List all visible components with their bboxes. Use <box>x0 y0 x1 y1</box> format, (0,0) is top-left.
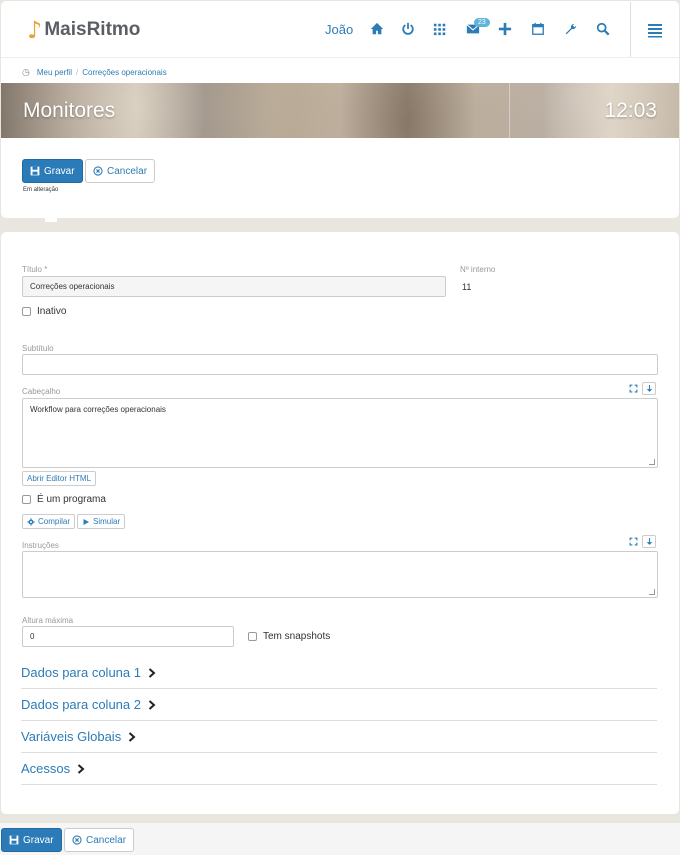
chevron-right-icon <box>129 731 136 742</box>
arrow-down-icon[interactable] <box>642 382 656 395</box>
home-icon[interactable] <box>367 19 387 39</box>
internal-number-label: Nº interno <box>460 265 496 274</box>
floppy-icon <box>9 835 19 845</box>
is-program-checkbox[interactable]: É um programa <box>22 494 106 505</box>
gear-icon <box>27 517 35 526</box>
breadcrumb: ◷ Meu perfil / Correções operacionais <box>22 67 167 77</box>
instructions-textarea[interactable] <box>22 551 658 598</box>
cancel-button[interactable]: Cancelar <box>85 159 156 183</box>
subtitle-label: Subtítulo <box>22 344 54 353</box>
breadcrumb-item[interactable]: Correções operacionais <box>82 68 167 77</box>
section-global-variables[interactable]: Variáveis Globais <box>21 721 657 753</box>
arrow-down-icon[interactable] <box>642 535 656 548</box>
chevron-right-icon <box>77 763 85 774</box>
open-html-editor-button[interactable]: Abrir Editor HTML <box>22 471 97 486</box>
title-label: Título * <box>22 265 48 274</box>
footer-cancel-button[interactable]: Cancelar <box>64 828 135 852</box>
cancel-circle-icon <box>93 166 103 176</box>
menu-icon[interactable] <box>646 21 664 39</box>
mail-badge: 23 <box>474 18 490 27</box>
checkbox-box[interactable] <box>22 307 31 316</box>
max-height-label: Altura máxima <box>22 616 74 625</box>
play-icon <box>83 518 89 525</box>
chevron-right-icon <box>148 667 156 678</box>
logo-text: MaisRitmo <box>44 19 141 40</box>
max-height-input[interactable]: 0 <box>22 626 234 647</box>
wrench-icon[interactable] <box>561 19 581 39</box>
section-column1[interactable]: Dados para coluna 1 <box>21 657 657 689</box>
status-text: Em alteração <box>23 187 59 193</box>
breadcrumb-item[interactable]: Meu perfil <box>37 68 72 77</box>
power-icon[interactable] <box>398 19 418 39</box>
compile-button[interactable]: Compilar <box>22 514 76 529</box>
page-title: Monitores <box>23 99 116 122</box>
checkbox-box[interactable] <box>22 495 31 504</box>
save-button[interactable]: Gravar <box>22 159 83 183</box>
app-logo[interactable]: ♪ MaisRitmo <box>27 18 140 42</box>
section-column2[interactable]: Dados para coluna 2 <box>21 689 657 721</box>
navbar-divider <box>630 2 631 58</box>
header-label: Cabeçalho <box>22 387 61 396</box>
snapshots-checkbox[interactable]: Tem snapshots <box>248 631 330 642</box>
action-bar: Gravar Cancelar Em alteração <box>1 138 679 218</box>
simulate-button[interactable]: Simular <box>77 514 126 529</box>
clock-icon: ◷ <box>22 67 30 77</box>
footer-bar: Gravar Cancelar <box>0 823 680 855</box>
cancel-circle-icon <box>72 835 82 845</box>
header-textarea[interactable]: Workflow para correções operacionais <box>22 398 658 468</box>
expand-icon[interactable] <box>626 535 640 548</box>
instructions-label: Instruções <box>22 541 59 550</box>
clock-time: 12:03 <box>604 99 657 122</box>
expand-icon[interactable] <box>626 382 640 395</box>
section-access[interactable]: Acessos <box>21 753 657 785</box>
title-input[interactable]: Correções operacionais <box>22 276 446 297</box>
chevron-right-icon <box>148 699 156 710</box>
breadcrumb-bar: ◷ Meu perfil / Correções operacionais <box>1 57 679 83</box>
page-banner: Monitores 12:03 <box>1 83 679 138</box>
footer-save-button[interactable]: Gravar <box>1 828 62 852</box>
subtitle-input[interactable] <box>22 354 658 375</box>
floppy-icon <box>30 166 40 176</box>
top-navbar: ♪ MaisRitmo João 23 <box>1 1 679 58</box>
calendar-icon[interactable] <box>528 19 548 39</box>
internal-number-value: 11 <box>462 282 472 292</box>
music-note-icon: ♪ <box>27 16 43 44</box>
plus-icon[interactable] <box>495 19 515 39</box>
inactive-checkbox[interactable]: Inativo <box>22 306 66 317</box>
checkbox-box[interactable] <box>248 632 257 641</box>
user-menu[interactable]: João <box>325 22 353 37</box>
search-icon[interactable] <box>593 19 613 39</box>
grid-icon[interactable] <box>430 19 450 39</box>
